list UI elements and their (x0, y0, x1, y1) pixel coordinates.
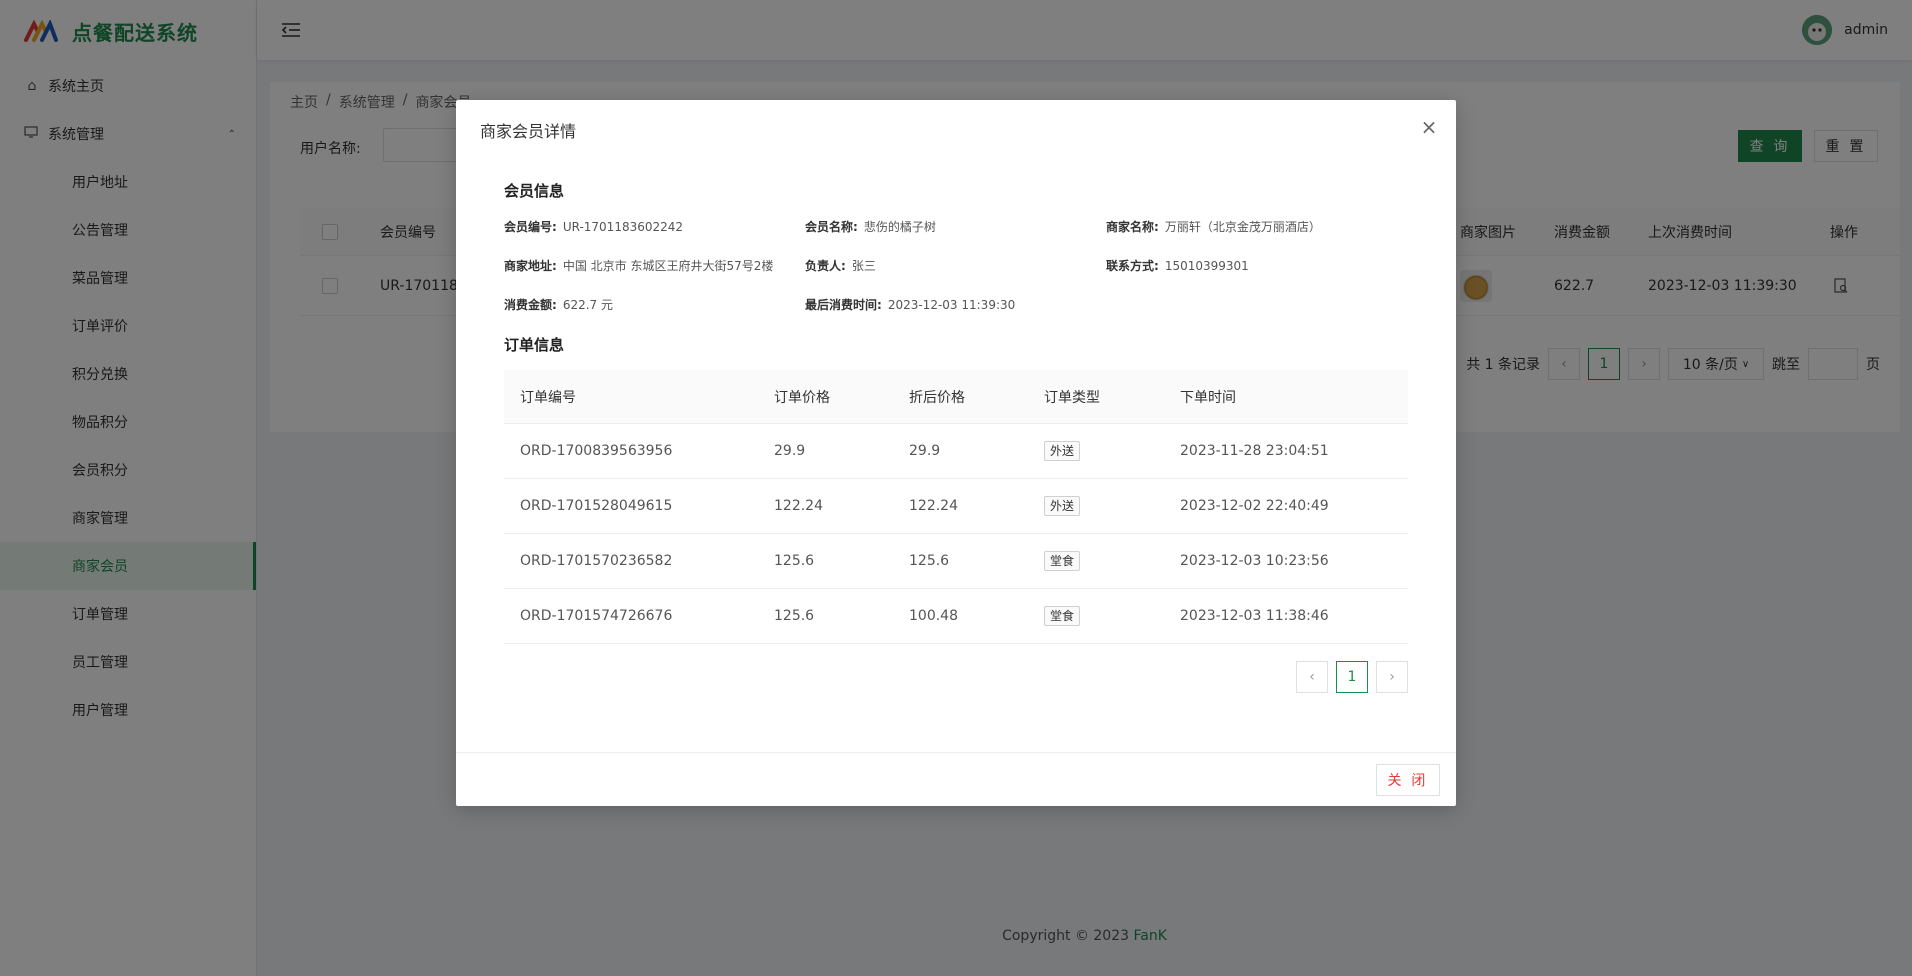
cell-order-no: ORD-1700839563956 (520, 443, 673, 459)
modal-footer-divider (456, 752, 1456, 753)
info-label: 最后消费时间: (805, 298, 882, 312)
member-detail-modal: 商家会员详情 × 会员信息 会员编号: UR-1701183602242 会员名称… (456, 100, 1456, 806)
info-value: 622.7 元 (562, 298, 613, 312)
table-row: ORD-1701570236582 125.6 125.6 堂食 2023-12… (504, 534, 1408, 589)
info-last-spend: 最后消费时间: 2023-12-03 11:39:30 (805, 296, 1015, 313)
info-value: 2023-12-03 11:39:30 (887, 298, 1016, 312)
order-type-tag: 外送 (1044, 496, 1081, 516)
info-label: 商家名称: (1106, 220, 1159, 234)
cell-discount-price: 125.6 (909, 553, 950, 569)
info-value: UR-1701183602242 (562, 220, 684, 234)
cell-order-no: ORD-1701574726676 (520, 608, 673, 624)
cell-order-price: 29.9 (774, 443, 806, 459)
order-type-tag: 堂食 (1044, 551, 1081, 571)
info-merchant-name: 商家名称: 万丽轩（北京金茂万丽酒店） (1106, 218, 1321, 235)
col-order-no: 订单编号 (520, 389, 576, 406)
close-icon[interactable]: × (1416, 114, 1442, 140)
cell-order-no: ORD-1701570236582 (520, 553, 673, 569)
info-label: 会员名称: (805, 220, 858, 234)
info-value: 15010399301 (1164, 259, 1249, 273)
order-type-tag: 堂食 (1044, 606, 1081, 626)
cell-discount-price: 100.48 (909, 608, 958, 624)
order-table-header: 订单编号 订单价格 折后价格 订单类型 下单时间 (504, 370, 1408, 424)
info-label: 联系方式: (1106, 259, 1159, 273)
info-value: 万丽轩（北京金茂万丽酒店） (1164, 220, 1321, 234)
cell-order-price: 125.6 (774, 553, 815, 569)
cell-order-no: ORD-1701528049615 (520, 498, 673, 514)
cell-order-time: 2023-11-28 23:04:51 (1180, 443, 1329, 459)
modal-title: 商家会员详情 (480, 122, 577, 141)
info-label: 商家地址: (504, 259, 557, 273)
cell-order-time: 2023-12-03 10:23:56 (1180, 553, 1329, 569)
col-order-type: 订单类型 (1044, 389, 1100, 406)
info-member-name: 会员名称: 悲伤的橘子树 (805, 218, 936, 235)
section-order-title: 订单信息 (504, 336, 565, 354)
info-label: 会员编号: (504, 220, 557, 234)
info-contact: 联系方式: 15010399301 (1106, 257, 1249, 274)
section-member-title: 会员信息 (504, 182, 565, 200)
table-row: ORD-1700839563956 29.9 29.9 外送 2023-11-2… (504, 424, 1408, 479)
info-value: 张三 (851, 259, 876, 273)
col-order-time: 下单时间 (1180, 389, 1236, 406)
cell-discount-price: 122.24 (909, 498, 958, 514)
col-discount-price: 折后价格 (909, 389, 965, 406)
cell-order-price: 125.6 (774, 608, 815, 624)
cell-order-time: 2023-12-02 22:40:49 (1180, 498, 1329, 514)
info-manager: 负责人: 张三 (805, 257, 876, 274)
col-order-price: 订单价格 (774, 389, 830, 406)
prev-page-button[interactable]: ‹ (1296, 661, 1328, 693)
info-label: 负责人: (805, 259, 846, 273)
info-merchant-address: 商家地址: 中国 北京市 东城区王府井大街57号2楼 (504, 257, 773, 274)
info-value: 悲伤的橘子树 (863, 220, 936, 234)
table-row: ORD-1701528049615 122.24 122.24 外送 2023-… (504, 479, 1408, 534)
page-button[interactable]: 1 (1336, 661, 1368, 693)
info-label: 消费金额: (504, 298, 557, 312)
order-pagination: ‹ 1 › (1296, 661, 1408, 693)
cell-order-time: 2023-12-03 11:38:46 (1180, 608, 1329, 624)
info-value: 中国 北京市 东城区王府井大街57号2楼 (562, 259, 774, 273)
info-spend: 消费金额: 622.7 元 (504, 296, 613, 313)
cell-discount-price: 29.9 (909, 443, 941, 459)
next-page-button[interactable]: › (1376, 661, 1408, 693)
cell-order-price: 122.24 (774, 498, 823, 514)
close-button[interactable]: 关 闭 (1376, 764, 1440, 796)
info-member-no: 会员编号: UR-1701183602242 (504, 218, 683, 235)
table-row: ORD-1701574726676 125.6 100.48 堂食 2023-1… (504, 589, 1408, 644)
order-type-tag: 外送 (1044, 441, 1081, 461)
order-table: 订单编号 订单价格 折后价格 订单类型 下单时间 ORD-17008395639… (504, 370, 1408, 644)
